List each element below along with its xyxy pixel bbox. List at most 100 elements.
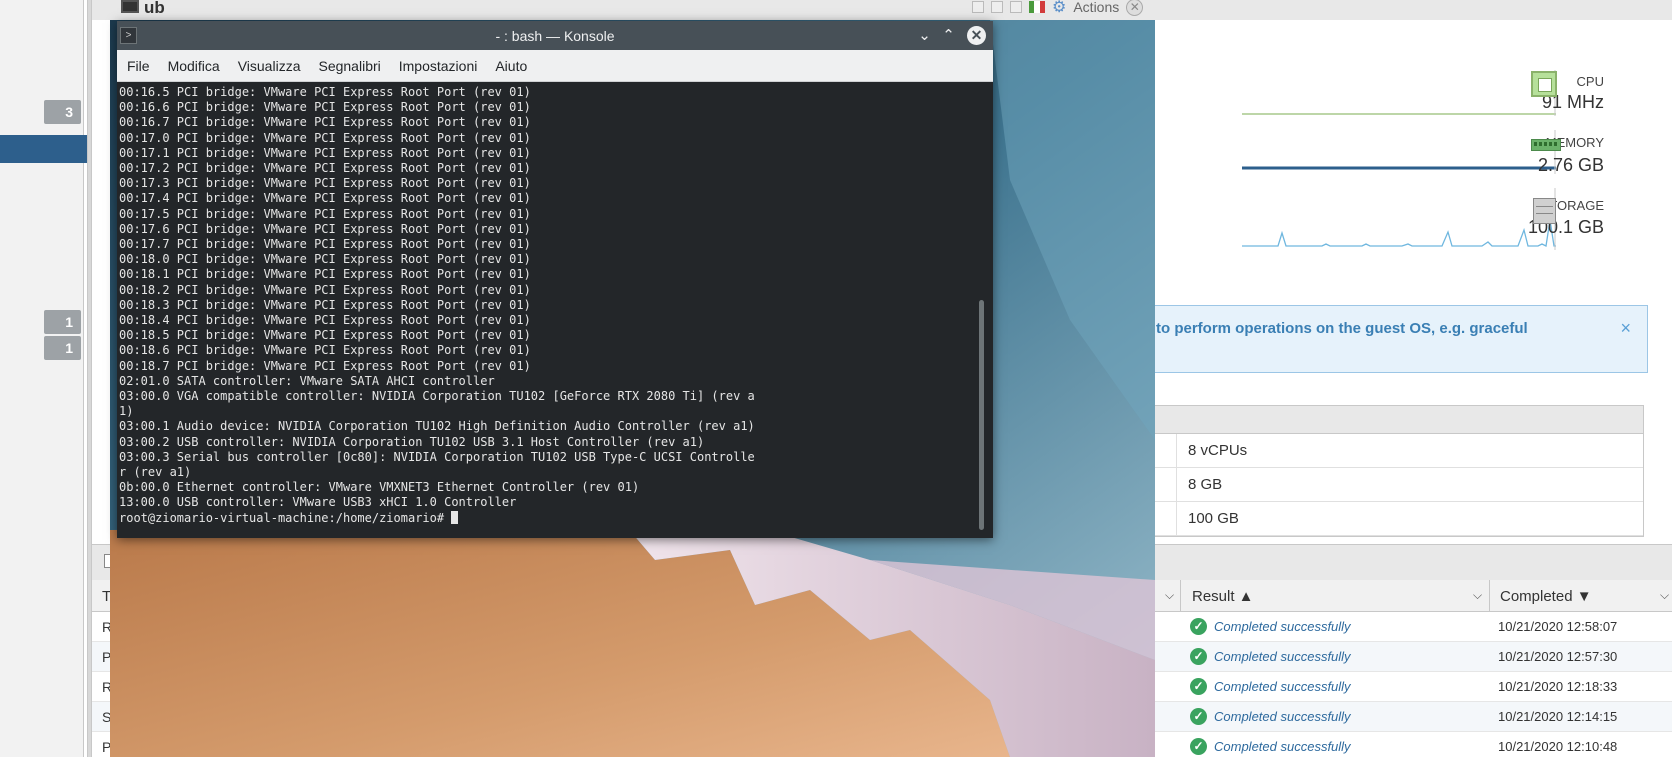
konsole-menubar: File Modifica Visualizza Segnalibri Impo… (117, 50, 993, 82)
terminal-line: 0b:00.0 Ethernet controller: VMware VMXN… (119, 480, 640, 495)
task-completed-time: 10/21/2020 12:10:48 (1498, 739, 1618, 754)
sidebar-count-badge: 1 (44, 336, 81, 360)
success-check-icon: ✓ (1190, 648, 1207, 665)
terminal-line: 00:18.0 PCI bridge: VMware PCI Express R… (119, 252, 531, 267)
resource-graphs (1242, 70, 1556, 250)
terminal-line: 00:18.2 PCI bridge: VMware PCI Express R… (119, 282, 531, 297)
task-result[interactable]: Completed successfully (1214, 619, 1351, 634)
success-check-icon: ✓ (1190, 618, 1207, 635)
sidebar-count-badge: 3 (44, 100, 81, 124)
maximize-chevron-icon[interactable]: ⌃ (939, 26, 958, 45)
hardware-row: 8 GB (1150, 468, 1643, 502)
terminal-line: 03:00.3 Serial bus controller [0c80]: NV… (119, 449, 755, 464)
language-flag-icon[interactable] (1029, 1, 1045, 13)
task-completed-time: 10/21/2020 12:58:07 (1498, 619, 1618, 634)
memory-icon (1531, 139, 1561, 151)
terminal-line: 00:18.6 PCI bridge: VMware PCI Express R… (119, 343, 531, 358)
menu-file[interactable]: File (127, 58, 150, 74)
power-on-icon[interactable] (972, 1, 984, 13)
terminal-line: 00:18.3 PCI bridge: VMware PCI Express R… (119, 297, 531, 312)
chevron-down-icon[interactable]: ⌵ (1660, 588, 1669, 603)
hardware-memory-value: 8 GB (1188, 476, 1223, 493)
terminal-line: 00:16.6 PCI bridge: VMware PCI Express R… (119, 100, 531, 115)
konsole-titlebar[interactable]: > - : bash — Konsole ⌄ ⌃ ✕ (117, 21, 993, 50)
terminal-prompt-line[interactable]: root@ziomario-virtual-machine:/home/ziom… (119, 510, 983, 526)
terminal-line: 00:18.5 PCI bridge: VMware PCI Express R… (119, 328, 531, 343)
menu-modifica[interactable]: Modifica (168, 58, 220, 74)
terminal-line: 00:16.7 PCI bridge: VMware PCI Express R… (119, 115, 531, 130)
hardware-row: 8 vCPUs (1150, 434, 1643, 468)
terminal-line: 00:17.0 PCI bridge: VMware PCI Express R… (119, 130, 531, 145)
sidebar-count-badge: 1 (44, 310, 81, 334)
column-result[interactable]: Result ▲ (1192, 588, 1254, 605)
storage-icon (1533, 198, 1556, 224)
terminal-line: 00:17.4 PCI bridge: VMware PCI Express R… (119, 191, 531, 206)
terminal-line: 03:00.0 VGA compatible controller: NVIDI… (119, 389, 755, 404)
task-result[interactable]: Completed successfully (1214, 679, 1351, 694)
power-off-icon[interactable] (991, 1, 1003, 13)
task-completed-time: 10/21/2020 12:14:15 (1498, 709, 1618, 724)
vm-title: ub (144, 0, 165, 17)
terminal-line: 00:16.5 PCI bridge: VMware PCI Express R… (119, 85, 531, 99)
column-completed[interactable]: Completed ▼ (1500, 588, 1592, 605)
vmware-tools-notice: to perform operations on the guest OS, e… (1150, 305, 1648, 373)
success-check-icon: ✓ (1190, 678, 1207, 695)
screen: 3 1 1 ub ⚙ Actions ✕ CPU 91 MHz MEMORY 2… (0, 0, 1672, 757)
close-icon[interactable]: ✕ (967, 26, 986, 45)
menu-segnalibri[interactable]: Segnalibri (318, 58, 380, 74)
terminal-line: 03:00.1 Audio device: NVIDIA Corporation… (119, 419, 755, 434)
success-check-icon: ✓ (1190, 738, 1207, 755)
task-result[interactable]: Completed successfully (1214, 739, 1351, 754)
terminal-line: 03:00.2 USB controller: NVIDIA Corporati… (119, 434, 705, 449)
vm-header: ub ⚙ Actions ✕ (92, 0, 1672, 20)
notice-text: to perform operations on the guest OS, e… (1156, 320, 1528, 337)
hardware-row: 100 GB (1150, 502, 1643, 536)
minimize-chevron-icon[interactable]: ⌄ (915, 26, 934, 45)
terminal-line: 13:00.0 USB controller: VMware USB3 xHCI… (119, 495, 517, 510)
task-completed-time: 10/21/2020 12:57:30 (1498, 649, 1618, 664)
task-result[interactable]: Completed successfully (1214, 709, 1351, 724)
text-cursor (451, 510, 459, 524)
terminal-scrollbar[interactable] (979, 300, 984, 530)
terminal-line: 00:17.2 PCI bridge: VMware PCI Express R… (119, 161, 531, 176)
success-check-icon: ✓ (1190, 708, 1207, 725)
chevron-down-icon[interactable]: ⌵ (1165, 588, 1174, 603)
task-completed-time: 10/21/2020 12:18:33 (1498, 679, 1618, 694)
terminal-line: 00:17.1 PCI bridge: VMware PCI Express R… (119, 145, 531, 160)
hardware-disk-value: 100 GB (1188, 510, 1239, 527)
menu-visualizza[interactable]: Visualizza (238, 58, 301, 74)
cpu-icon (1531, 71, 1557, 97)
cpu-label: CPU (1576, 74, 1604, 89)
gear-icon[interactable]: ⚙ (1052, 0, 1066, 17)
close-icon[interactable]: ✕ (1126, 0, 1144, 16)
terminal-line: 00:17.5 PCI bridge: VMware PCI Express R… (119, 206, 531, 221)
hardware-table-header (1150, 406, 1643, 434)
terminal-line: 00:18.1 PCI bridge: VMware PCI Express R… (119, 267, 531, 282)
inventory-sidebar: 3 1 1 (0, 0, 84, 757)
hardware-cpu-value: 8 vCPUs (1188, 442, 1248, 459)
terminal-line: 1) (119, 404, 134, 419)
storage-sparkline (1242, 219, 1556, 247)
vm-hardware-table: 8 vCPUs 8 GB 100 GB (1150, 405, 1644, 537)
terminal-line: 00:17.3 PCI bridge: VMware PCI Express R… (119, 176, 531, 191)
terminal-line: 02:01.0 SATA controller: VMware SATA AHC… (119, 373, 495, 388)
actions-menu[interactable]: Actions (1073, 0, 1119, 15)
task-result[interactable]: Completed successfully (1214, 649, 1351, 664)
terminal-line: 00:17.7 PCI bridge: VMware PCI Express R… (119, 237, 531, 252)
terminal-line: r (rev a1) (119, 465, 192, 480)
terminal-line: 00:18.4 PCI bridge: VMware PCI Express R… (119, 313, 531, 328)
terminal-output[interactable]: 00:16.5 PCI bridge: VMware PCI Express R… (117, 82, 983, 538)
terminal-line: 00:17.6 PCI bridge: VMware PCI Express R… (119, 221, 531, 236)
suspend-icon[interactable] (1010, 1, 1022, 13)
menu-aiuto[interactable]: Aiuto (495, 58, 527, 74)
konsole-window[interactable]: > - : bash — Konsole ⌄ ⌃ ✕ File Modifica… (117, 21, 993, 538)
sidebar-selected-item[interactable] (0, 135, 87, 163)
terminal-line: 00:18.7 PCI bridge: VMware PCI Express R… (119, 358, 531, 373)
menu-impostazioni[interactable]: Impostazioni (399, 58, 478, 74)
chevron-down-icon[interactable]: ⌵ (1473, 588, 1482, 603)
vm-actions-bar: ⚙ Actions ✕ (972, 0, 1144, 17)
memory-value: 2.76 GB (1537, 155, 1604, 175)
konsole-title: - : bash — Konsole (495, 28, 615, 44)
close-icon[interactable]: × (1620, 318, 1631, 339)
terminal-prompt: root@ziomario-virtual-machine:/home/ziom… (119, 510, 452, 525)
